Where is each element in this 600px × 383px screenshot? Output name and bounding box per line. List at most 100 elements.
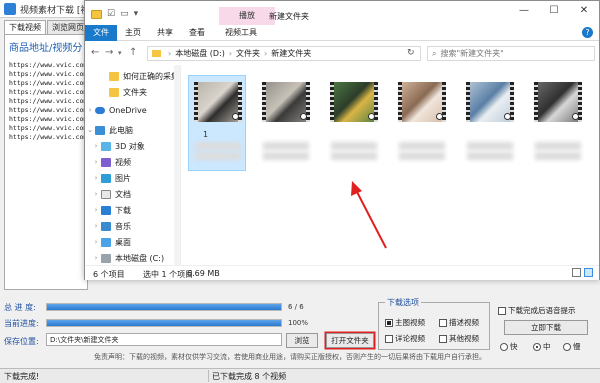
chevron-icon[interactable]: ›	[91, 206, 101, 214]
nav-item[interactable]: › 桌面	[85, 235, 180, 249]
up-arrow-icon[interactable]: ↑	[129, 47, 137, 58]
address-bar[interactable]: › 本地磁盘 (D:) › 文件夹 › 新建文件夹	[147, 46, 421, 61]
chevron-icon[interactable]: ›	[91, 142, 101, 150]
nav-item[interactable]: › OneDrive	[85, 103, 180, 117]
music-icon	[101, 221, 111, 231]
speed-slow-radio[interactable]: 慢	[563, 341, 581, 352]
nav-item-label: 文件夹	[123, 87, 147, 97]
download-options-group: 下载选项 主图视频 描述视频 详论视频 其他视频	[378, 297, 490, 350]
breadcrumb-new-folder[interactable]: 新建文件夹	[271, 48, 311, 59]
option-other-video[interactable]: 其他视频	[439, 333, 479, 344]
video-file-thumbnail[interactable]	[460, 75, 518, 160]
recent-dropdown-icon[interactable]: ▾	[118, 49, 122, 57]
voice-prompt-label: 下载完成后语音提示	[508, 306, 576, 315]
nav-item[interactable]: › 视频	[85, 155, 180, 169]
video-preview-image	[262, 82, 310, 122]
chevron-icon[interactable]: ›	[91, 222, 101, 230]
properties-icon[interactable]: ☑	[107, 9, 115, 19]
play-badge-icon	[368, 113, 375, 120]
video-file-thumbnail[interactable]	[392, 75, 450, 160]
ribbon-tab-view[interactable]: 查看	[183, 25, 211, 41]
chevron-icon[interactable]: ›	[85, 106, 95, 114]
nav-item[interactable]: › 音乐	[85, 219, 180, 233]
explorer-title: 新建文件夹	[269, 12, 309, 21]
nav-item[interactable]: › 文档	[85, 187, 180, 201]
current-progress-fill	[47, 320, 281, 326]
nav-item[interactable]: › 本地磁盘 (C:)	[85, 251, 180, 265]
video-file-thumbnail[interactable]	[324, 75, 382, 160]
new-folder-icon[interactable]: ▭	[120, 9, 129, 19]
context-tab-play[interactable]: 播放	[219, 7, 275, 25]
large-icons-view-icon[interactable]	[584, 268, 593, 277]
ribbon-tab-video-tools[interactable]: 视频工具	[219, 25, 263, 41]
nav-item-label: 视频	[115, 157, 131, 167]
chevron-icon[interactable]: ›	[91, 190, 101, 198]
nav-item[interactable]: › 3D 对象	[85, 139, 180, 153]
chevron-icon[interactable]: ⌄	[85, 126, 95, 134]
nav-scrollbar[interactable]	[174, 65, 180, 265]
maximize-button[interactable]: ☐	[539, 1, 569, 21]
nav-item-label: 音乐	[115, 221, 131, 231]
minimize-button[interactable]: —	[509, 1, 539, 21]
nav-item-label: 3D 对象	[115, 141, 145, 151]
total-progress-text: 6 / 6	[288, 303, 304, 311]
blurred-filename	[467, 152, 513, 160]
open-folder-button[interactable]: 打开文件夹	[326, 333, 374, 348]
refresh-icon[interactable]: ↻	[407, 48, 415, 58]
help-icon[interactable]: ?	[582, 27, 593, 38]
address-bar-row: ← → ▾ ↑ › 本地磁盘 (D:) › 文件夹 › 新建文件夹 ↻ ⌕ 搜索…	[85, 42, 599, 64]
play-badge-icon	[504, 113, 511, 120]
chevron-icon[interactable]: ›	[91, 158, 101, 166]
nav-item[interactable]: › 下载	[85, 203, 180, 217]
nav-item[interactable]: ⌄ 此电脑	[85, 123, 180, 137]
back-arrow-icon[interactable]: ←	[91, 47, 99, 58]
video-file-thumbnail[interactable]	[528, 75, 586, 160]
tab-download-video[interactable]: 下载视频	[4, 20, 46, 34]
nav-item[interactable]: 文件夹	[85, 85, 180, 99]
details-view-icon[interactable]	[572, 268, 581, 277]
option-review-video[interactable]: 详论视频	[385, 333, 425, 344]
speed-medium-radio[interactable]: 中	[533, 341, 551, 352]
browse-button[interactable]: 浏览	[286, 333, 318, 348]
search-input[interactable]: ⌕ 搜索"新建文件夹"	[427, 46, 595, 61]
speed-fast-radio[interactable]: 快	[500, 341, 518, 352]
option-main-video[interactable]: 主图视频	[385, 317, 425, 328]
qat-dropdown-icon[interactable]: ▾	[134, 9, 139, 19]
app-statusbar: 下载完成! 已下载完成 8 个视频	[0, 368, 600, 383]
chevron-icon[interactable]: ›	[91, 254, 101, 262]
file-explorer-window: ☑ ▭ ▾ 播放 新建文件夹 — ☐ ✕ 文件 主页 共享 查看 视频工具 ? …	[84, 0, 600, 280]
tab-browse-web[interactable]: 浏览网页	[47, 20, 89, 34]
window-controls: — ☐ ✕	[509, 1, 599, 21]
nav-item[interactable]: › 图片	[85, 171, 180, 185]
chevron-icon[interactable]: ›	[91, 238, 101, 246]
ribbon-tab-share[interactable]: 共享	[151, 25, 179, 41]
forward-arrow-icon[interactable]: →	[105, 47, 113, 58]
pc-icon	[95, 125, 105, 135]
blurred-filename	[535, 152, 581, 160]
close-button[interactable]: ✕	[569, 1, 599, 21]
breadcrumb-separator: ›	[228, 49, 233, 58]
download-now-button[interactable]: 立即下载	[504, 320, 588, 335]
radio-icon	[563, 342, 571, 351]
breadcrumb-d-drive[interactable]: 本地磁盘 (D:)	[175, 48, 225, 59]
file-name: 1	[203, 130, 209, 139]
option-desc-video[interactable]: 描述视频	[439, 317, 479, 328]
nav-item-label: 桌面	[115, 237, 131, 247]
film-strip-icon	[194, 82, 198, 122]
breadcrumb-folder[interactable]: 文件夹	[236, 48, 260, 59]
blurred-filename	[399, 142, 445, 150]
blurred-filename	[195, 142, 241, 150]
save-location-field[interactable]: D:\文件夹\新建文件夹	[46, 333, 282, 346]
film-strip-icon	[466, 82, 470, 122]
pic-icon	[101, 173, 111, 183]
video-file-thumbnail[interactable]: 1	[188, 75, 246, 171]
nav-item[interactable]: 如何正确的采集	[85, 69, 180, 83]
play-badge-icon	[232, 113, 239, 120]
url-list-input[interactable]: https://www.vvic.com https://www.vvic.co…	[9, 61, 87, 142]
selected-size: 6.69 MB	[187, 269, 220, 278]
ribbon-tab-home[interactable]: 主页	[119, 25, 147, 41]
video-file-thumbnail[interactable]	[256, 75, 314, 160]
ribbon-tab-file[interactable]: 文件	[85, 25, 117, 41]
chevron-icon[interactable]: ›	[91, 174, 101, 182]
voice-prompt-checkbox[interactable]: 下载完成后语音提示	[498, 305, 576, 316]
